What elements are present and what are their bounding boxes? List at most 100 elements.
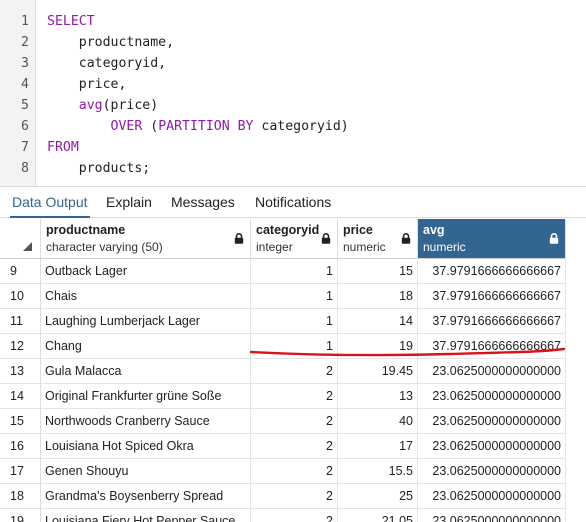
cell-categoryid[interactable]: 2 xyxy=(251,484,338,509)
tab-explain[interactable]: Explain xyxy=(104,187,154,218)
cell-productname[interactable]: Outback Lager xyxy=(41,259,251,284)
sql-keyword: OVER xyxy=(110,119,143,134)
cell-avg[interactable]: 37.9791666666666667 xyxy=(418,309,566,334)
row-number[interactable]: 19 xyxy=(0,509,41,522)
code-line: 7 FROM xyxy=(0,137,586,158)
row-number[interactable]: 17 xyxy=(0,459,41,484)
sql-keyword: SELECT xyxy=(47,14,95,29)
cell-categoryid[interactable]: 1 xyxy=(251,259,338,284)
code-line: 1 SELECT xyxy=(0,11,586,32)
column-name: categoryid xyxy=(256,223,320,237)
line-number: 4 xyxy=(21,77,29,92)
table-row[interactable]: 15 Northwoods Cranberry Sauce 2 40 23.062500… xyxy=(0,409,586,434)
cell-productname[interactable]: Northwoods Cranberry Sauce xyxy=(41,409,251,434)
sql-keyword: FROM xyxy=(47,140,79,155)
table-row[interactable]: 11 Laughing Lumberjack Lager 1 14 37.9791666… xyxy=(0,309,586,334)
cell-categoryid[interactable]: 1 xyxy=(251,309,338,334)
column-header-categoryid[interactable]: categoryid integer xyxy=(251,219,338,259)
row-number[interactable]: 11 xyxy=(0,309,41,334)
row-number[interactable]: 16 xyxy=(0,434,41,459)
column-name: productname xyxy=(46,223,126,237)
cell-productname[interactable]: Gula Malacca xyxy=(41,359,251,384)
sql-editor[interactable]: 1 SELECT 2 productname, 3 categoryid, 4 pric… xyxy=(0,0,586,186)
cell-avg[interactable]: 23.0625000000000000 xyxy=(418,509,566,522)
cell-productname[interactable]: Original Frankfurter grüne Soße xyxy=(41,384,251,409)
table-row[interactable]: 18 Grandma's Boysenberry Spread 2 25 23.0625… xyxy=(0,484,586,509)
row-number[interactable]: 10 xyxy=(0,284,41,309)
column-header-avg[interactable]: avg numeric xyxy=(418,219,566,259)
row-number[interactable]: 12 xyxy=(0,334,41,359)
code-line: 5 avg(price) xyxy=(0,95,586,116)
code-text: products; xyxy=(47,158,150,179)
cell-price[interactable]: 21.05 xyxy=(338,509,418,522)
column-header-price[interactable]: price numeric xyxy=(338,219,418,259)
code-text: avg(price) xyxy=(47,95,158,116)
cell-avg[interactable]: 37.9791666666666667 xyxy=(418,284,566,309)
lock-icon xyxy=(234,233,244,244)
table-row[interactable]: 17 Genen Shouyu 2 15.5 23.0625000000000000 xyxy=(0,459,586,484)
cell-productname[interactable]: Laughing Lumberjack Lager xyxy=(41,309,251,334)
row-number[interactable]: 18 xyxy=(0,484,41,509)
cell-avg[interactable]: 23.0625000000000000 xyxy=(418,434,566,459)
code-line: 4 price, xyxy=(0,74,586,95)
column-header-productname[interactable]: productname character varying (50) xyxy=(41,219,251,259)
data-output-grid: productname character varying (50) categ… xyxy=(0,219,586,522)
cell-price[interactable]: 15 xyxy=(338,259,418,284)
cell-productname[interactable]: Chang xyxy=(41,334,251,359)
column-type: integer xyxy=(256,240,293,254)
line-number: 3 xyxy=(21,56,29,71)
cell-price[interactable]: 13 xyxy=(338,384,418,409)
cell-avg[interactable]: 37.9791666666666667 xyxy=(418,259,566,284)
cell-price[interactable]: 25 xyxy=(338,484,418,509)
row-number[interactable]: 15 xyxy=(0,409,41,434)
cell-avg[interactable]: 23.0625000000000000 xyxy=(418,359,566,384)
results-tab-bar: Data Output Explain Messages Notificatio… xyxy=(0,186,586,218)
table-row[interactable]: 9 Outback Lager 1 15 37.9791666666666667 xyxy=(0,259,586,284)
select-all-corner[interactable] xyxy=(0,219,41,259)
cell-productname[interactable]: Louisiana Hot Spiced Okra xyxy=(41,434,251,459)
cell-categoryid[interactable]: 1 xyxy=(251,284,338,309)
cell-avg[interactable]: 23.0625000000000000 xyxy=(418,409,566,434)
lock-icon xyxy=(401,233,411,244)
cell-categoryid[interactable]: 2 xyxy=(251,509,338,522)
cell-price[interactable]: 15.5 xyxy=(338,459,418,484)
cell-productname[interactable]: Chais xyxy=(41,284,251,309)
sql-token: categoryid) xyxy=(253,119,349,134)
sql-function: avg xyxy=(78,98,103,113)
cell-categoryid[interactable]: 2 xyxy=(251,384,338,409)
tab-notifications[interactable]: Notifications xyxy=(253,187,333,218)
cell-avg[interactable]: 23.0625000000000000 xyxy=(418,484,566,509)
cell-price[interactable]: 19.45 xyxy=(338,359,418,384)
tab-messages[interactable]: Messages xyxy=(169,187,237,218)
cell-price[interactable]: 17 xyxy=(338,434,418,459)
column-name: price xyxy=(343,223,373,237)
cell-avg[interactable]: 23.0625000000000000 xyxy=(418,384,566,409)
table-row[interactable]: 19 Louisiana Fiery Hot Pepper Sauce 2 21.05… xyxy=(0,509,586,522)
row-number[interactable]: 13 xyxy=(0,359,41,384)
cell-productname[interactable]: Louisiana Fiery Hot Pepper Sauce xyxy=(41,509,251,522)
table-row[interactable]: 13 Gula Malacca 2 19.45 23.0625000000000000 xyxy=(0,359,586,384)
cell-categoryid[interactable]: 2 xyxy=(251,459,338,484)
select-all-corner-icon xyxy=(23,242,32,251)
cell-price[interactable]: 40 xyxy=(338,409,418,434)
cell-categoryid[interactable]: 2 xyxy=(251,409,338,434)
table-row[interactable]: 10 Chais 1 18 37.9791666666666667 xyxy=(0,284,586,309)
code-text: FROM xyxy=(47,137,79,158)
cell-categoryid[interactable]: 2 xyxy=(251,359,338,384)
cell-price[interactable]: 18 xyxy=(338,284,418,309)
cell-productname[interactable]: Genen Shouyu xyxy=(41,459,251,484)
lock-icon xyxy=(549,233,559,244)
row-number[interactable]: 14 xyxy=(0,384,41,409)
code-text: price, xyxy=(47,74,127,95)
table-row[interactable]: 16 Louisiana Hot Spiced Okra 2 17 23.0625000… xyxy=(0,434,586,459)
sql-token: price, xyxy=(47,77,127,92)
tab-data-output[interactable]: Data Output xyxy=(10,187,90,218)
table-row[interactable]: 14 Original Frankfurter grüne Soße 2 13 23.0… xyxy=(0,384,586,409)
cell-price[interactable]: 14 xyxy=(338,309,418,334)
cell-categoryid[interactable]: 2 xyxy=(251,434,338,459)
row-number[interactable]: 9 xyxy=(0,259,41,284)
cell-avg[interactable]: 23.0625000000000000 xyxy=(418,459,566,484)
cell-productname[interactable]: Grandma's Boysenberry Spread xyxy=(41,484,251,509)
